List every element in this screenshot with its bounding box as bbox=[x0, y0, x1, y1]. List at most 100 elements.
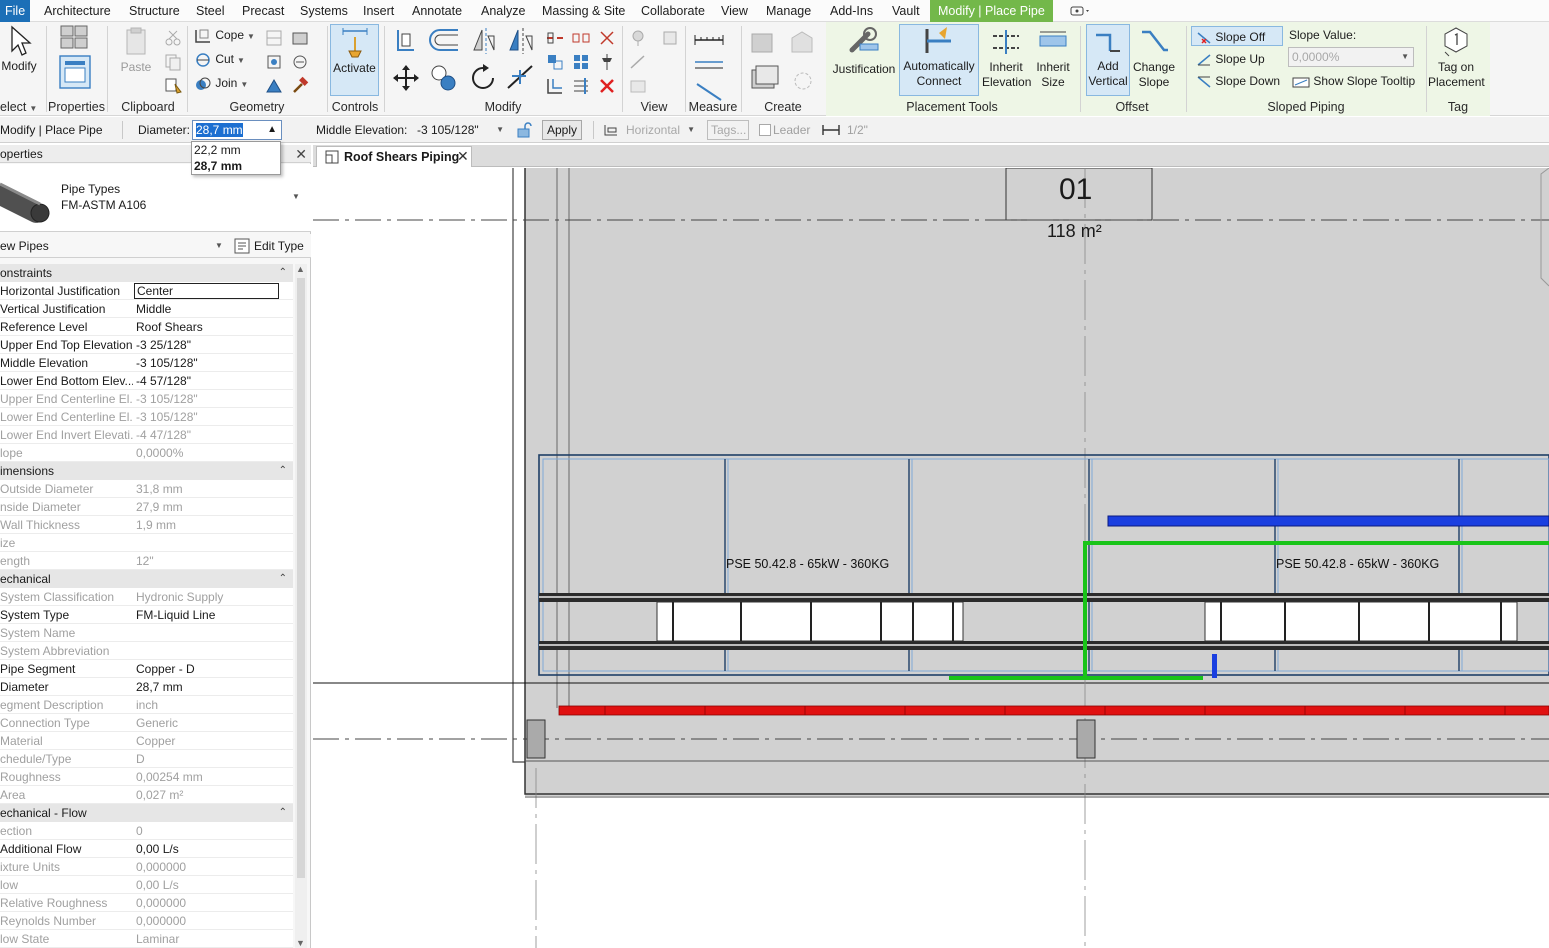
wall-joins-icon[interactable] bbox=[264, 28, 284, 48]
tag-on-placement-button[interactable]: Tag on Placement bbox=[1428, 26, 1485, 98]
cope-button[interactable]: Cope ▼ bbox=[194, 25, 255, 45]
property-value[interactable]: 28,7 mm bbox=[136, 678, 286, 696]
collapse-icon[interactable]: ⌃ bbox=[279, 570, 287, 588]
inherit-elevation-button[interactable]: Inherit Elevation bbox=[982, 26, 1031, 98]
split-with-gap-icon[interactable] bbox=[571, 28, 591, 48]
similar-icon[interactable] bbox=[788, 66, 818, 96]
copy-element-icon[interactable] bbox=[545, 52, 565, 72]
slope-off-button[interactable]: Slope Off bbox=[1191, 26, 1283, 46]
mirror-pick-axis-icon[interactable] bbox=[470, 26, 498, 56]
show-slope-tooltip-button[interactable]: Show Slope Tooltip bbox=[1292, 71, 1415, 91]
property-value[interactable]: Roof Shears bbox=[136, 318, 286, 336]
collapse-icon[interactable]: ⌃ bbox=[279, 264, 287, 282]
scrollbar-thumb[interactable] bbox=[297, 278, 305, 878]
tab-annotate[interactable]: Annotate bbox=[412, 0, 462, 22]
tab-manage[interactable]: Manage bbox=[766, 0, 811, 22]
collapse-icon[interactable]: ⌃ bbox=[279, 462, 287, 480]
instance-filter[interactable]: ew Pipes bbox=[0, 238, 49, 254]
tab-vault[interactable]: Vault bbox=[892, 0, 920, 22]
split-face-icon[interactable] bbox=[290, 28, 310, 48]
hammer-icon[interactable] bbox=[290, 76, 310, 96]
change-slope-button[interactable]: Change Slope bbox=[1132, 26, 1176, 98]
offset-icon[interactable] bbox=[428, 26, 462, 54]
tab-collaborate[interactable]: Collaborate bbox=[641, 0, 705, 22]
pipe-blue[interactable] bbox=[1107, 515, 1549, 527]
property-group-header[interactable]: echanical - Flow ⌃ bbox=[0, 804, 293, 822]
trim-multiple-icon[interactable] bbox=[571, 76, 591, 96]
aligned-dimension-icon[interactable] bbox=[693, 58, 727, 78]
linework-icon[interactable] bbox=[628, 52, 648, 72]
tab-precast[interactable]: Precast bbox=[242, 0, 284, 22]
move-icon[interactable] bbox=[392, 64, 420, 92]
scroll-down-icon[interactable]: ▼ bbox=[296, 938, 305, 948]
equipment-label[interactable]: PSE 50.42.8 - 65kW - 360KG bbox=[726, 557, 889, 571]
tab-file[interactable]: File bbox=[0, 0, 31, 22]
property-group-header[interactable]: echanical ⌃ bbox=[0, 570, 293, 588]
create-group-icon[interactable] bbox=[748, 62, 782, 96]
tags-button[interactable]: Tags... bbox=[707, 120, 749, 140]
hide-in-view-icon[interactable] bbox=[628, 28, 648, 48]
modify-button[interactable]: Modify bbox=[0, 25, 38, 95]
tab-architecture[interactable]: Architecture bbox=[44, 0, 111, 22]
paste-button[interactable]: Paste bbox=[114, 26, 158, 82]
tag-orientation-select[interactable]: Horizontal ▼ bbox=[622, 120, 700, 140]
scroll-up-icon[interactable]: ▲ bbox=[296, 264, 305, 274]
selection-box-icon[interactable] bbox=[628, 76, 648, 96]
chevron-up-icon[interactable]: ▲ bbox=[267, 121, 277, 139]
diameter-option[interactable]: 22,2 mm bbox=[192, 142, 280, 158]
pipe-blue-riser[interactable] bbox=[1212, 654, 1217, 678]
property-value[interactable]: FM-Liquid Line bbox=[136, 606, 286, 624]
join-button[interactable]: Join ▼ bbox=[194, 73, 248, 93]
properties-scrollbar[interactable]: ▲ ▼ bbox=[295, 264, 307, 948]
paint-icon[interactable] bbox=[264, 52, 284, 72]
cut-geometry-button[interactable]: Cut ▼ bbox=[194, 49, 245, 69]
select-panel-label[interactable]: elect ▼ bbox=[0, 98, 44, 116]
property-value[interactable]: 0,00 L/s bbox=[136, 840, 286, 858]
pin-icon[interactable] bbox=[597, 52, 617, 72]
override-graphics-icon[interactable] bbox=[660, 28, 680, 48]
drawing-canvas[interactable]: 01 118 m² PSE 50.42.8 - 65kW - 360KG PSE… bbox=[313, 168, 1549, 948]
close-icon[interactable]: ✕ bbox=[295, 145, 307, 163]
rotate-icon[interactable] bbox=[467, 62, 499, 94]
scale-icon[interactable] bbox=[504, 62, 536, 94]
collapse-icon[interactable]: ⌃ bbox=[279, 804, 287, 822]
equipment-label[interactable]: PSE 50.42.8 - 65kW - 360KG bbox=[1276, 557, 1439, 571]
match-properties-icon[interactable] bbox=[163, 76, 183, 96]
tab-massing-site[interactable]: Massing & Site bbox=[542, 0, 625, 22]
create-parts-icon[interactable] bbox=[786, 28, 816, 58]
lock-open-icon[interactable] bbox=[516, 122, 532, 138]
create-assembly-icon[interactable] bbox=[748, 28, 778, 58]
edit-type-button[interactable]: Edit Type bbox=[232, 237, 304, 255]
apply-button[interactable]: Apply bbox=[542, 120, 582, 140]
property-value[interactable]: -3 105/128" bbox=[136, 354, 286, 372]
measure-icon[interactable] bbox=[693, 30, 727, 50]
automatically-connect-button[interactable]: Automatically Connect bbox=[899, 24, 979, 96]
unpin-icon[interactable] bbox=[597, 28, 617, 48]
property-value[interactable]: Center bbox=[134, 283, 279, 299]
diameter-combobox[interactable]: 28,7 mm ▲ bbox=[192, 120, 282, 140]
view-tab-roof-shears-piping[interactable]: Roof Shears Piping ✕ bbox=[316, 146, 472, 167]
property-value[interactable]: -4 57/128" bbox=[136, 372, 286, 390]
tab-add-ins[interactable]: Add-Ins bbox=[830, 0, 873, 22]
tab-steel[interactable]: Steel bbox=[196, 0, 225, 22]
split-element-icon[interactable] bbox=[545, 28, 565, 48]
copy-circles-icon[interactable] bbox=[428, 62, 460, 94]
slope-down-button[interactable]: Slope Down bbox=[1196, 71, 1280, 91]
chevron-down-icon[interactable]: ▼ bbox=[292, 192, 300, 201]
activate-button[interactable]: Activate bbox=[330, 24, 379, 96]
tab-systems[interactable]: Systems bbox=[300, 0, 348, 22]
property-value[interactable]: Copper - D bbox=[136, 660, 286, 678]
tab-insert[interactable]: Insert bbox=[363, 0, 394, 22]
close-icon[interactable]: ✕ bbox=[457, 147, 469, 166]
property-group-header[interactable]: imensions ⌃ bbox=[0, 462, 293, 480]
diameter-option-selected[interactable]: 28,7 mm bbox=[192, 158, 280, 174]
property-group-header[interactable]: onstraints ⌃ bbox=[0, 264, 293, 282]
add-vertical-button[interactable]: Add Vertical bbox=[1086, 24, 1130, 96]
align-icon[interactable] bbox=[394, 28, 418, 52]
inherit-size-button[interactable]: Inherit Size bbox=[1032, 26, 1074, 98]
slope-up-button[interactable]: Slope Up bbox=[1196, 49, 1265, 69]
leader-checkbox[interactable] bbox=[759, 124, 771, 136]
pipe-red[interactable] bbox=[558, 705, 1549, 716]
delete-icon[interactable] bbox=[597, 76, 617, 96]
tab-view[interactable]: View bbox=[721, 0, 748, 22]
